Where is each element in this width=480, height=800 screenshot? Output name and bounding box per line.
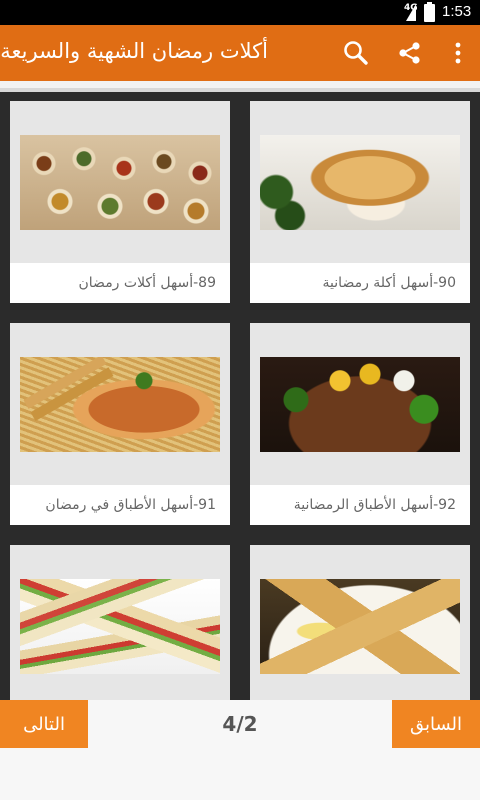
recipe-title: 90-أسهل أكلة رمضانية — [250, 263, 470, 303]
more-vert-icon[interactable] — [436, 25, 480, 81]
page-indicator: 4/2 — [222, 712, 258, 736]
previous-button[interactable]: السابق — [392, 700, 480, 748]
pagination-bar: التالى 4/2 السابق — [0, 700, 480, 800]
card-image-area — [10, 101, 230, 263]
battery-icon — [424, 2, 435, 22]
toolbar-divider-shadow — [0, 88, 480, 92]
card-image-area — [250, 545, 470, 707]
recipe-card[interactable]: 91-أسهل الأطباق في رمضان — [10, 323, 230, 525]
card-image-area — [250, 323, 470, 485]
recipe-image — [260, 579, 460, 674]
recipe-image — [260, 135, 460, 230]
card-image-area — [10, 323, 230, 485]
network-type: 4G — [404, 3, 418, 13]
clock: 1:53 — [442, 3, 472, 20]
recipe-title: 92-أسهل الأطباق الرمضانية — [250, 485, 470, 525]
recipe-image — [20, 357, 220, 452]
recipe-image — [20, 135, 220, 230]
share-icon[interactable] — [388, 25, 432, 81]
recipe-title: 91-أسهل الأطباق في رمضان — [10, 485, 230, 525]
card-image-area — [10, 545, 230, 707]
recipe-card[interactable]: 90-أسهل أكلة رمضانية — [250, 101, 470, 303]
app-toolbar: أكلات رمضان الشهية والسريعة — [0, 25, 480, 81]
card-image-area — [250, 101, 470, 263]
app-title: أكلات رمضان الشهية والسريعة — [0, 39, 268, 63]
next-button[interactable]: التالى — [0, 700, 88, 748]
status-bar: 4G 1:53 — [0, 0, 480, 25]
recipe-title: 89-أسهل أكلات رمضان — [10, 263, 230, 303]
recipe-image — [260, 357, 460, 452]
search-icon[interactable] — [334, 25, 378, 81]
toolbar-divider — [0, 81, 480, 88]
recipe-image — [20, 579, 220, 674]
recipe-card[interactable]: 89-أسهل أكلات رمضان — [10, 101, 230, 303]
recipe-card[interactable]: 92-أسهل الأطباق الرمضانية — [250, 323, 470, 525]
